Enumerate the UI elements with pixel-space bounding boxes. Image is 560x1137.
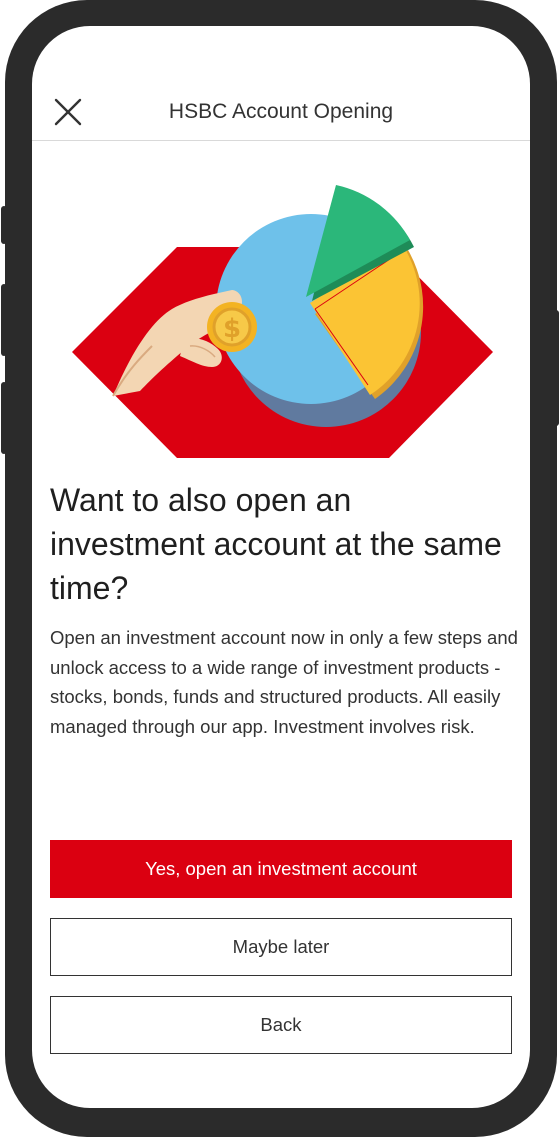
- app-header: HSBC Account Opening: [32, 26, 530, 141]
- app-screen: HSBC Account Opening $ Want to also open…: [32, 26, 530, 1108]
- body-text: Open an investment account now in only a…: [50, 627, 518, 737]
- open-investment-account-button[interactable]: Yes, open an investment account: [50, 840, 512, 898]
- side-button-volume-down: [1, 382, 7, 454]
- back-button[interactable]: Back: [50, 996, 512, 1054]
- side-button-power: [553, 310, 559, 426]
- maybe-later-button[interactable]: Maybe later: [50, 918, 512, 976]
- page-title: HSBC Account Opening: [168, 100, 394, 123]
- side-button-volume-up: [1, 284, 7, 356]
- hero-illustration: $: [32, 141, 530, 471]
- coin-dollar-symbol: $: [223, 314, 241, 344]
- headline: Want to also open an investment account …: [50, 482, 502, 606]
- side-button-mute: [1, 206, 7, 244]
